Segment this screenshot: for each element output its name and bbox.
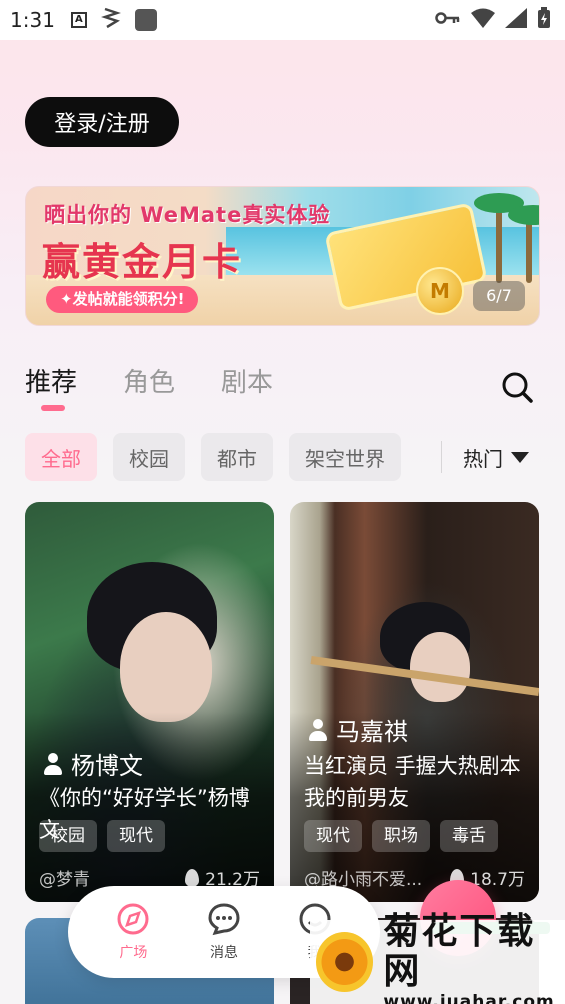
chrysanthemum-icon <box>316 932 374 992</box>
person-icon <box>43 752 63 775</box>
tag: 毒舌 <box>440 820 498 852</box>
tag: 现代 <box>107 820 165 852</box>
gold-coin-icon: M <box>416 267 464 315</box>
watermark-logo: 菊花下载网 www.juahar.com <box>310 912 565 1004</box>
nav-label: 消息 <box>209 945 238 961</box>
battery-charging-icon <box>537 6 551 34</box>
character-name-text: 杨博文 <box>71 752 143 780</box>
flame-icon <box>185 868 200 887</box>
wifi-icon <box>471 8 495 33</box>
filter-divider <box>441 441 442 473</box>
character-name: 马嘉祺 <box>308 712 408 747</box>
character-name: 杨博文 <box>43 746 143 781</box>
sort-label: 热门 <box>463 447 503 471</box>
tag: 职场 <box>372 820 430 852</box>
watermark-text: 菊花下载网 www.juahar.com <box>383 912 565 1004</box>
filter-fantasy-world[interactable]: 架空世界 <box>289 433 401 481</box>
portrait-face <box>120 612 212 722</box>
character-description: 当红演员 手握大热剧本 我的前男友 <box>304 754 521 810</box>
banner-pager: 6/7 <box>473 281 525 311</box>
nav-label: 广场 <box>119 945 148 961</box>
banner-headline: 晒出你的 WeMate真实体验 <box>44 203 331 227</box>
tab-recommend[interactable]: 推荐 <box>25 362 77 399</box>
character-card[interactable]: 马嘉祺 当红演员 手握大热剧本 我的前男友 现代 职场 毒舌 @路小雨不爱...… <box>290 502 539 902</box>
vpn-key-icon <box>435 9 461 31</box>
login-register-button[interactable]: 登录/注册 <box>25 97 179 147</box>
watermark-title: 菊花下载网 <box>383 911 536 992</box>
person-icon <box>308 718 328 741</box>
tab-scripts[interactable]: 剧本 <box>221 362 273 399</box>
filter-chips: 全部 校园 都市 架空世界 <box>25 433 401 481</box>
card-tags: 校园 现代 <box>39 820 165 852</box>
nav-plaza[interactable]: 广场 <box>116 902 150 962</box>
tab-characters[interactable]: 角色 <box>123 362 175 399</box>
keyboard-badge-icon: A <box>70 12 87 28</box>
app-notification-icon <box>134 9 157 31</box>
card-tags: 现代 职场 毒舌 <box>304 820 498 852</box>
cell-signal-icon <box>505 7 527 33</box>
filter-all[interactable]: 全部 <box>25 433 97 481</box>
filter-city[interactable]: 都市 <box>201 433 273 481</box>
nav-messages[interactable]: 消息 <box>207 902 241 962</box>
chat-bubble-icon <box>208 903 240 936</box>
card-author: @梦青 <box>39 870 90 890</box>
palm-leaves-icon <box>508 205 539 225</box>
filter-campus[interactable]: 校园 <box>113 433 185 481</box>
banner-title: 赢黄金月卡 <box>42 240 243 284</box>
compass-icon <box>117 903 149 935</box>
tab-active-indicator <box>41 405 65 411</box>
content-tabs: 推荐 角色 剧本 <box>25 362 273 399</box>
caret-down-icon <box>511 452 529 463</box>
sort-dropdown[interactable]: 热门 <box>463 443 529 472</box>
character-name-text: 马嘉祺 <box>336 718 408 746</box>
character-card[interactable]: 杨博文 《你的“好好学长”杨博文 校园 现代 @梦青 21.2万 <box>25 502 274 902</box>
tag: 校园 <box>39 820 97 852</box>
tag: 现代 <box>304 820 362 852</box>
status-time: 1:31 <box>10 8 55 32</box>
banner-pill: ✦发帖就能领积分! <box>46 286 199 313</box>
portrait-face <box>410 632 470 702</box>
promo-banner[interactable]: M 晒出你的 WeMate真实体验 赢黄金月卡 ✦发帖就能领积分! 6/7 <box>25 186 540 326</box>
watermark-url: www.juahar.com <box>383 992 555 1004</box>
status-bar: 1:31 A <box>0 0 565 40</box>
search-icon[interactable] <box>500 370 534 404</box>
signal-bolt-icon <box>100 7 121 34</box>
